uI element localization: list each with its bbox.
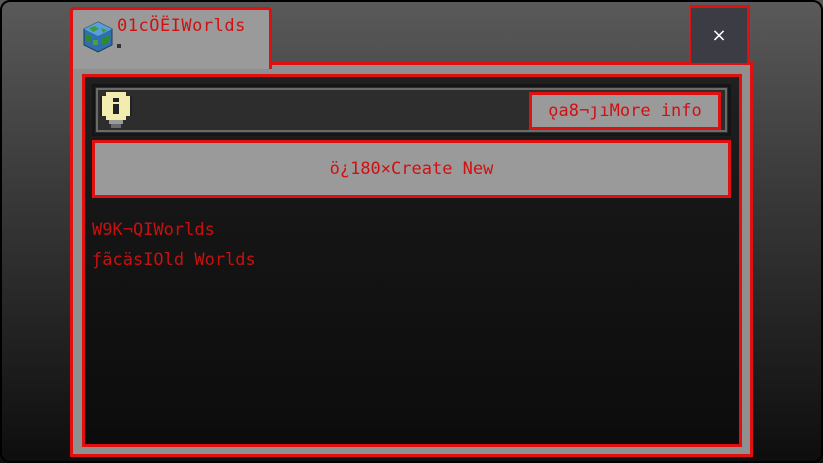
create-new-label: ö¿180×Create New bbox=[329, 159, 494, 179]
close-button[interactable]: × bbox=[690, 5, 750, 63]
tab-dot bbox=[117, 44, 121, 48]
tab-title: 01cÖËIWorlds bbox=[117, 16, 246, 36]
world-globe-icon bbox=[83, 21, 113, 53]
more-info-button[interactable]: ǫa8¬ȷıMore info bbox=[529, 92, 721, 130]
create-new-button[interactable]: ö¿180×Create New bbox=[92, 140, 731, 198]
tab-worlds[interactable]: 01cÖËIWorlds bbox=[70, 7, 272, 69]
more-info-label: ǫa8¬ȷıMore info bbox=[548, 101, 702, 121]
list-item-old-worlds[interactable]: ƒãcäsIOld Worlds bbox=[92, 248, 256, 278]
close-icon: × bbox=[711, 25, 727, 46]
lightbulb-icon bbox=[100, 92, 132, 128]
world-list: W9K¬QIWorlds ƒãcäsIOld Worlds bbox=[92, 218, 256, 278]
panel-top-border bbox=[272, 62, 753, 65]
list-item-worlds[interactable]: W9K¬QIWorlds bbox=[92, 218, 256, 248]
